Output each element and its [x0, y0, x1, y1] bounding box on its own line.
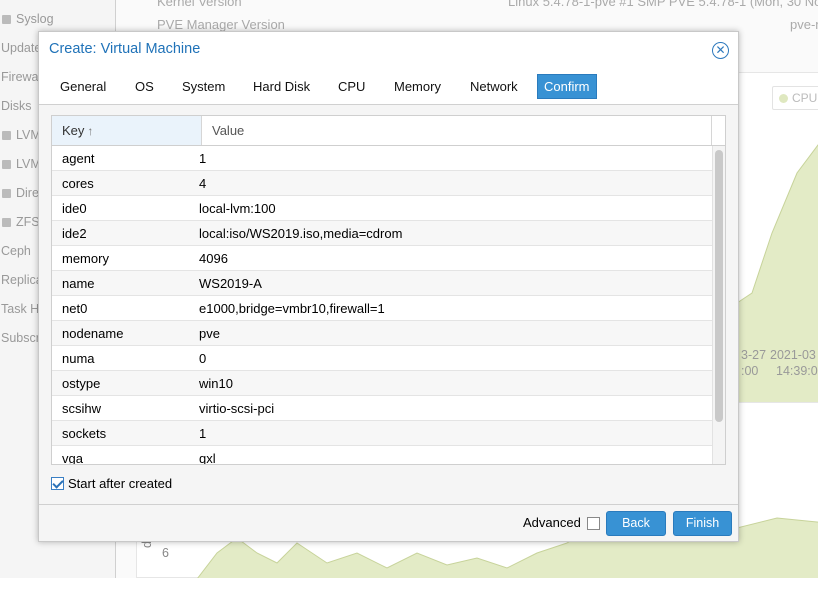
table-row[interactable]: cores 4	[52, 171, 712, 196]
summary-grid: Key ↑ Value agent 1 cores 4 ide0 local-lvm:100…	[51, 115, 726, 465]
tab-hard-disk[interactable]: Hard Disk	[247, 74, 316, 99]
back-button[interactable]: Back	[606, 511, 666, 536]
chart-date-a: 3-27	[741, 348, 767, 362]
advanced-label: Advanced	[523, 515, 581, 530]
tab-os[interactable]: OS	[129, 74, 160, 99]
cell-value: 1	[199, 151, 207, 166]
table-row[interactable]: agent 1	[52, 146, 712, 171]
folder-icon	[2, 189, 11, 198]
grid-scrollbar-thumb[interactable]	[715, 150, 723, 422]
cell-key: ide2	[62, 226, 87, 241]
cell-key: memory	[62, 251, 109, 266]
cell-value: virtio-scsi-pci	[199, 401, 275, 416]
start-after-created-checkbox[interactable]: Start after created	[51, 474, 172, 494]
table-row[interactable]: ostype win10	[52, 371, 712, 396]
table-row[interactable]: scsihw virtio-scsi-pci	[52, 396, 712, 421]
cell-key: vga	[62, 451, 83, 464]
column-header-value[interactable]: Value	[202, 116, 712, 145]
sidebar-item[interactable]: LVM	[2, 125, 41, 145]
cell-value: pve	[199, 326, 220, 341]
tab-memory[interactable]: Memory	[388, 74, 447, 99]
tab-system[interactable]: System	[176, 74, 231, 99]
table-row[interactable]: vga qxl	[52, 446, 712, 464]
column-header-key[interactable]: Key ↑	[52, 116, 202, 145]
column-key-label: Key	[62, 123, 85, 138]
kernel-version-value: Linux 5.4.78-1-pve #1 SMP PVE 5.4.78-1 (…	[508, 0, 818, 9]
cell-key: nodename	[62, 326, 124, 341]
start-after-created-label: Start after created	[68, 476, 173, 491]
checkbox-checked-icon[interactable]	[51, 477, 64, 490]
table-row[interactable]: net0 e1000,bridge=vmbr10,firewall=1	[52, 296, 712, 321]
table-row[interactable]: ide0 local-lvm:100	[52, 196, 712, 221]
cell-key: net0	[62, 301, 88, 316]
table-row[interactable]: sockets 1	[52, 421, 712, 446]
cell-value: win10	[199, 376, 233, 391]
sort-ascending-icon: ↑	[87, 124, 94, 138]
sidebar-item-label: Ceph	[1, 244, 31, 258]
cell-value: 4096	[199, 251, 228, 266]
legend-label: CPU	[792, 91, 818, 105]
chart-time-b: 14:39:0	[776, 364, 818, 378]
sidebar-item-label: ZFS	[16, 215, 40, 229]
cell-value: e1000,bridge=vmbr10,firewall=1	[199, 301, 385, 316]
cell-key: name	[62, 276, 95, 291]
confirm-panel: Key ↑ Value agent 1 cores 4 ide0 local-lvm:100…	[39, 105, 738, 504]
chart-axis-value: 6	[162, 546, 169, 560]
table-row[interactable]: nodename pve	[52, 321, 712, 346]
dialog-header: Create: Virtual Machine ✕	[39, 32, 738, 69]
chart-date-b: 2021-03	[770, 348, 816, 362]
cell-key: scsihw	[62, 401, 102, 416]
cell-key: sockets	[62, 426, 107, 441]
grid-rows: agent 1 cores 4 ide0 local-lvm:100 ide2 local:i…	[52, 146, 712, 464]
tab-general[interactable]: General	[54, 74, 112, 99]
sidebar-item[interactable]: Ceph	[1, 241, 31, 261]
create-vm-dialog: Create: Virtual Machine ✕ General OS Sys…	[38, 31, 739, 542]
pve-manager-version-value: pve-m	[790, 17, 818, 32]
cell-value: qxl	[199, 451, 216, 464]
cell-key: ide0	[62, 201, 87, 216]
grid-header: Key ↑ Value	[52, 116, 725, 146]
dialog-title: Create: Virtual Machine	[49, 41, 201, 57]
cell-value: 4	[199, 176, 207, 191]
tab-cpu[interactable]: CPU	[332, 74, 371, 99]
disk-icon	[2, 160, 11, 169]
sidebar-item[interactable]: Disks	[1, 96, 32, 116]
sidebar-item[interactable]: ZFS	[2, 212, 40, 232]
column-value-label: Value	[212, 123, 245, 138]
tab-network[interactable]: Network	[464, 74, 524, 99]
wizard-tabbar: General OS System Hard Disk CPU Memory N…	[39, 69, 738, 105]
list-icon	[2, 15, 11, 24]
cell-key: agent	[62, 151, 95, 166]
cell-value: local-lvm:100	[199, 201, 276, 216]
table-row[interactable]: numa 0	[52, 346, 712, 371]
cell-value: WS2019-A	[199, 276, 262, 291]
sidebar-item-label: Disks	[1, 99, 32, 113]
tab-confirm[interactable]: Confirm	[537, 74, 597, 99]
bottom-strip	[0, 578, 818, 591]
cell-key: numa	[62, 351, 95, 366]
grid-scrollbar[interactable]	[712, 146, 725, 464]
kernel-version-label: Kernel Version	[157, 0, 242, 9]
dialog-footer: Advanced Back Finish	[39, 504, 738, 541]
pve-manager-version-label: PVE Manager Version	[157, 17, 285, 32]
legend-dot-icon	[779, 94, 788, 103]
disk-icon	[2, 131, 11, 140]
chart-time-a: :00	[741, 364, 759, 378]
sidebar-item[interactable]: Syslog	[2, 9, 54, 29]
sidebar-item-label: Syslog	[16, 12, 54, 26]
cell-value: local:iso/WS2019.iso,media=cdrom	[199, 226, 403, 241]
cell-key: ostype	[62, 376, 101, 391]
cell-value: 0	[199, 351, 207, 366]
close-icon[interactable]: ✕	[712, 42, 729, 59]
cell-key: cores	[62, 176, 94, 191]
cell-value: 1	[199, 426, 207, 441]
table-row[interactable]: memory 4096	[52, 246, 712, 271]
table-row[interactable]: name WS2019-A	[52, 271, 712, 296]
cpu-legend[interactable]: CPU	[772, 86, 818, 110]
finish-button[interactable]: Finish	[673, 511, 732, 536]
table-row[interactable]: ide2 local:iso/WS2019.iso,media=cdrom	[52, 221, 712, 246]
grid-icon	[2, 218, 11, 227]
advanced-checkbox[interactable]	[587, 517, 600, 530]
